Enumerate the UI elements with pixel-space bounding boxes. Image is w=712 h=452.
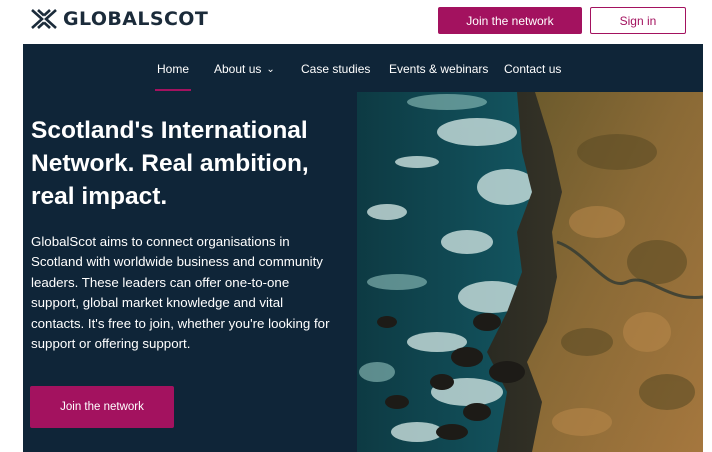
top-bar: GLOBALSCOT Join the network Sign in [0, 0, 712, 44]
hero-join-network-button[interactable]: Join the network [30, 386, 174, 428]
nav-label: About us [214, 62, 262, 76]
hero-coastline-image [357, 92, 703, 452]
nav-label: Contact us [504, 62, 562, 76]
nav-label: Case studies [301, 62, 371, 76]
globalscot-logo[interactable]: GLOBALSCOT [30, 8, 208, 30]
brand-name: GLOBALSCOT [63, 7, 209, 30]
nav-item-events-webinars[interactable]: Events & webinars [389, 62, 488, 76]
chevron-down-icon: ⌄ [266, 64, 275, 75]
nav-label: Home [157, 62, 190, 76]
nav-item-case-studies[interactable]: Case studies [301, 62, 370, 76]
saltire-logo-icon [31, 9, 57, 29]
sign-in-button[interactable]: Sign in [590, 7, 686, 34]
nav-item-about-us[interactable]: About us ⌄ [214, 62, 275, 77]
hero-description: GlobalScot aims to connect organisations… [31, 234, 330, 352]
nav-item-home[interactable]: Home [154, 62, 192, 91]
join-network-button[interactable]: Join the network [438, 7, 582, 34]
nav-label: Events & webinars [389, 62, 489, 76]
main-nav: Home About us ⌄ Case studies Events & web… [23, 44, 703, 92]
hero-title: Scotland's International Network. Real a… [31, 117, 309, 210]
hero-section: Scotland's International Network. Real a… [23, 92, 703, 452]
nav-item-contact-us[interactable]: Contact us [504, 62, 561, 76]
